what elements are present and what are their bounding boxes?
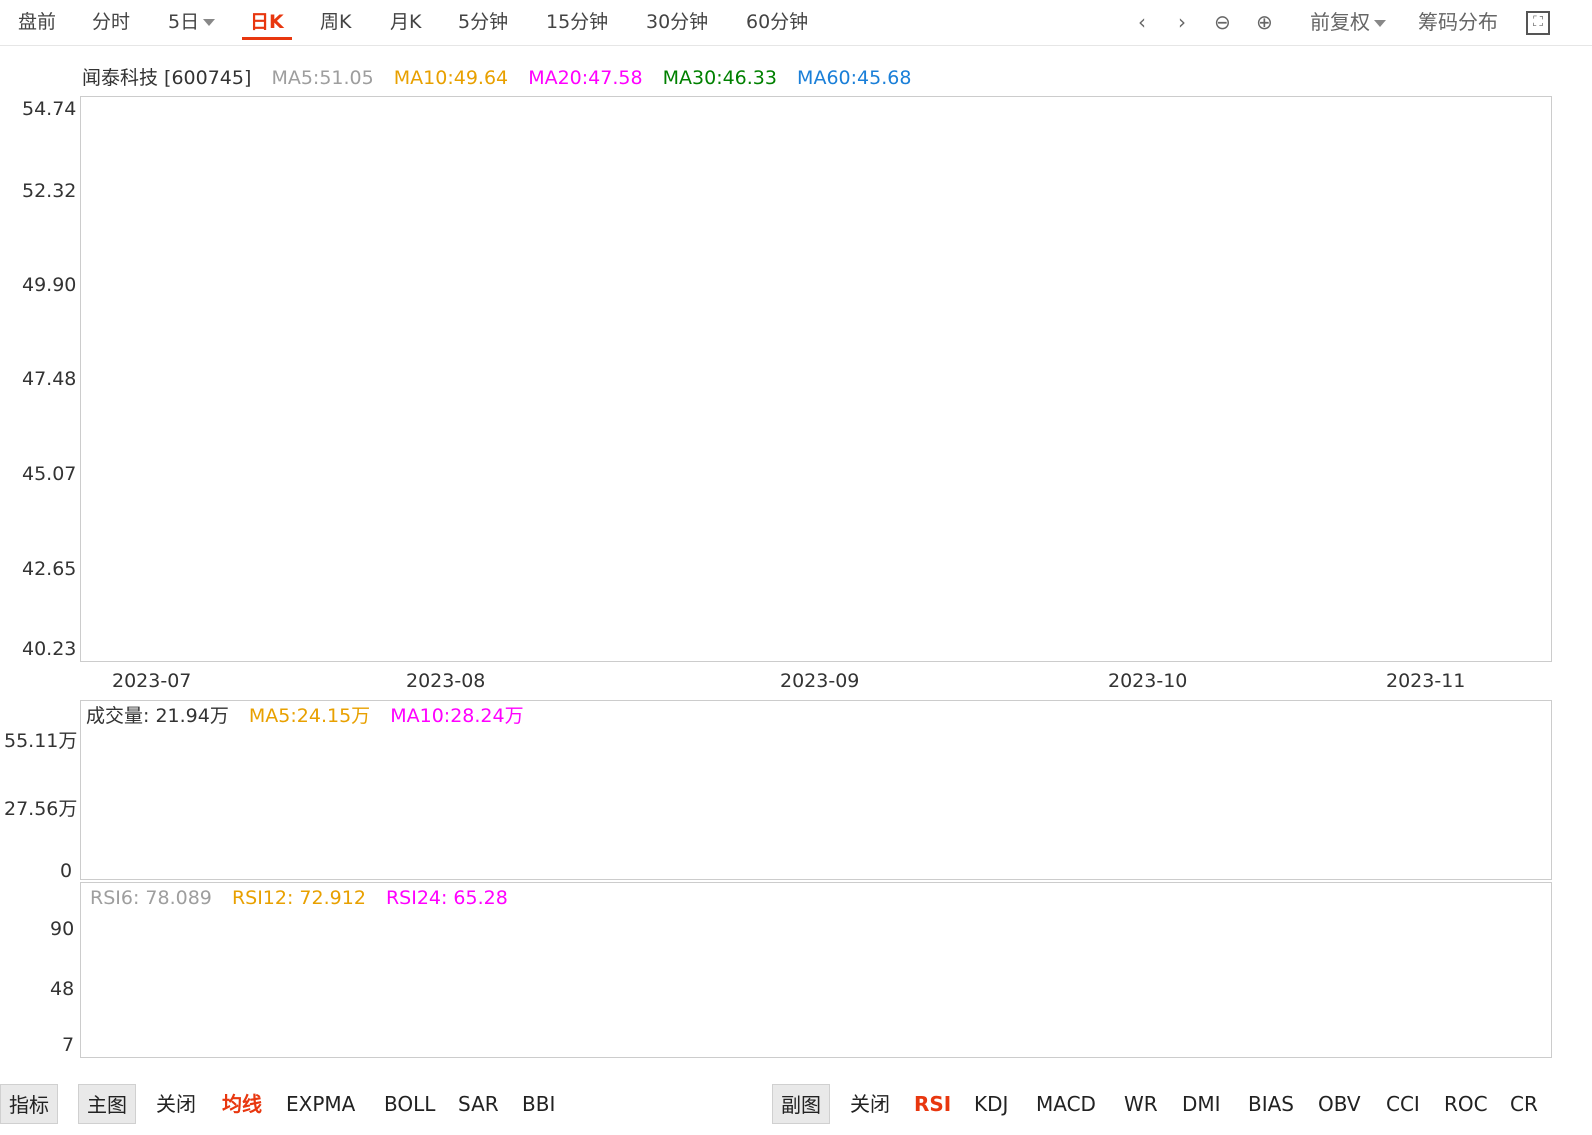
period-tab-bar: 盘前 分时 5日 日K 周K 月K 5分钟 15分钟 30分钟 60分钟 ‹ ›… <box>0 0 1592 46</box>
tab-15min[interactable]: 15分钟 <box>546 8 608 40</box>
chevron-down-icon <box>1374 20 1386 27</box>
volume-ma10-readout: MA10:28.24万 <box>390 705 524 727</box>
sub-cci-button[interactable]: CCI <box>1378 1084 1428 1124</box>
ma20-readout: MA20:47.58 <box>528 67 643 89</box>
chevron-right-icon[interactable]: › <box>1178 8 1186 36</box>
volume-tick: 0 <box>60 860 73 882</box>
tab-60min[interactable]: 60分钟 <box>746 8 808 40</box>
fullscreen-icon[interactable]: ⛶ <box>1526 11 1550 35</box>
volume-tick: 55.11万 <box>4 730 78 752</box>
sub-macd-button[interactable]: MACD <box>1028 1084 1104 1124</box>
main-boll-button[interactable]: BOLL <box>376 1084 443 1124</box>
price-tick: 42.65 <box>22 558 77 580</box>
tab-weekly-k[interactable]: 周K <box>320 8 351 40</box>
volume-tick: 27.56万 <box>4 798 78 820</box>
rsi6-readout: RSI6: 78.089 <box>90 887 212 909</box>
sub-chart-label: 副图 <box>772 1084 830 1124</box>
sub-close-button[interactable]: 关闭 <box>842 1084 898 1124</box>
zoom-in-icon[interactable]: ⊕ <box>1256 8 1273 36</box>
tab-5min[interactable]: 5分钟 <box>458 8 508 40</box>
tab-intraday[interactable]: 分时 <box>92 8 130 40</box>
sub-cr-button[interactable]: CR <box>1502 1084 1546 1124</box>
rsi-tick: 48 <box>50 978 75 1000</box>
ma30-readout: MA30:46.33 <box>662 67 777 89</box>
tab-daily-k[interactable]: 日K <box>242 8 292 40</box>
date-tick: 2023-07 <box>112 670 192 692</box>
price-tick: 45.07 <box>22 463 77 485</box>
main-legend: 闻泰科技 [600745] MA5:51.05 MA10:49.64 MA20:… <box>82 66 925 90</box>
chips-button[interactable]: 筹码分布 <box>1418 8 1498 36</box>
date-tick: 2023-11 <box>1386 670 1466 692</box>
volume-readout: 成交量: 21.94万 <box>86 705 229 727</box>
indicator-bar: 指标 主图 关闭 均线 EXPMA BOLL SAR BBI 副图 关闭 RSI… <box>0 1078 1592 1135</box>
price-tick: 54.74 <box>22 98 77 120</box>
price-tick: 47.48 <box>22 368 77 390</box>
main-close-button[interactable]: 关闭 <box>148 1084 204 1124</box>
main-bbi-button[interactable]: BBI <box>514 1084 563 1124</box>
ma5-readout: MA5:51.05 <box>271 67 374 89</box>
volume-ma5-readout: MA5:24.15万 <box>248 705 371 727</box>
sub-wr-button[interactable]: WR <box>1116 1084 1166 1124</box>
tab-5day-label: 5日 <box>168 11 200 33</box>
tab-premarket[interactable]: 盘前 <box>18 8 56 40</box>
price-chart-panel[interactable] <box>80 96 1552 662</box>
main-sar-button[interactable]: SAR <box>450 1084 507 1124</box>
chevron-left-icon[interactable]: ‹ <box>1138 8 1146 36</box>
rsi-tick: 7 <box>62 1034 75 1056</box>
sub-obv-button[interactable]: OBV <box>1310 1084 1369 1124</box>
sub-bias-button[interactable]: BIAS <box>1240 1084 1302 1124</box>
adjust-label: 前复权 <box>1310 10 1370 34</box>
stock-name: 闻泰科技 [600745] <box>82 67 252 89</box>
tab-5day[interactable]: 5日 <box>168 8 216 40</box>
price-tick: 40.23 <box>22 638 77 660</box>
sub-kdj-button[interactable]: KDJ <box>966 1084 1016 1124</box>
ma10-readout: MA10:49.64 <box>393 67 509 89</box>
main-overlay-label: 主图 <box>78 1084 136 1124</box>
price-tick: 49.90 <box>22 274 77 296</box>
tab-30min[interactable]: 30分钟 <box>646 8 708 40</box>
sub-rsi-button[interactable]: RSI <box>906 1084 959 1124</box>
rsi24-readout: RSI24: 65.28 <box>385 887 508 909</box>
date-tick: 2023-10 <box>1108 670 1188 692</box>
rsi-tick: 90 <box>50 918 75 940</box>
sub-roc-button[interactable]: ROC <box>1436 1084 1496 1124</box>
indicator-label: 指标 <box>0 1084 58 1124</box>
date-tick: 2023-08 <box>406 670 486 692</box>
tab-monthly-k[interactable]: 月K <box>390 8 421 40</box>
ma60-readout: MA60:45.68 <box>797 67 912 89</box>
price-tick: 52.32 <box>22 180 77 202</box>
main-ma-button[interactable]: 均线 <box>214 1084 270 1124</box>
zoom-out-icon[interactable]: ⊖ <box>1214 8 1231 36</box>
volume-legend: 成交量: 21.94万 MA5:24.15万 MA10:28.24万 <box>86 704 538 728</box>
date-tick: 2023-09 <box>780 670 860 692</box>
chevron-down-icon <box>203 19 216 26</box>
main-expma-button[interactable]: EXPMA <box>278 1084 363 1124</box>
sub-dmi-button[interactable]: DMI <box>1174 1084 1229 1124</box>
rsi12-readout: RSI12: 72.912 <box>231 887 366 909</box>
adjust-dropdown[interactable]: 前复权 <box>1310 8 1386 36</box>
rsi-legend: RSI6: 78.089 RSI12: 72.912 RSI24: 65.28 <box>90 886 522 910</box>
